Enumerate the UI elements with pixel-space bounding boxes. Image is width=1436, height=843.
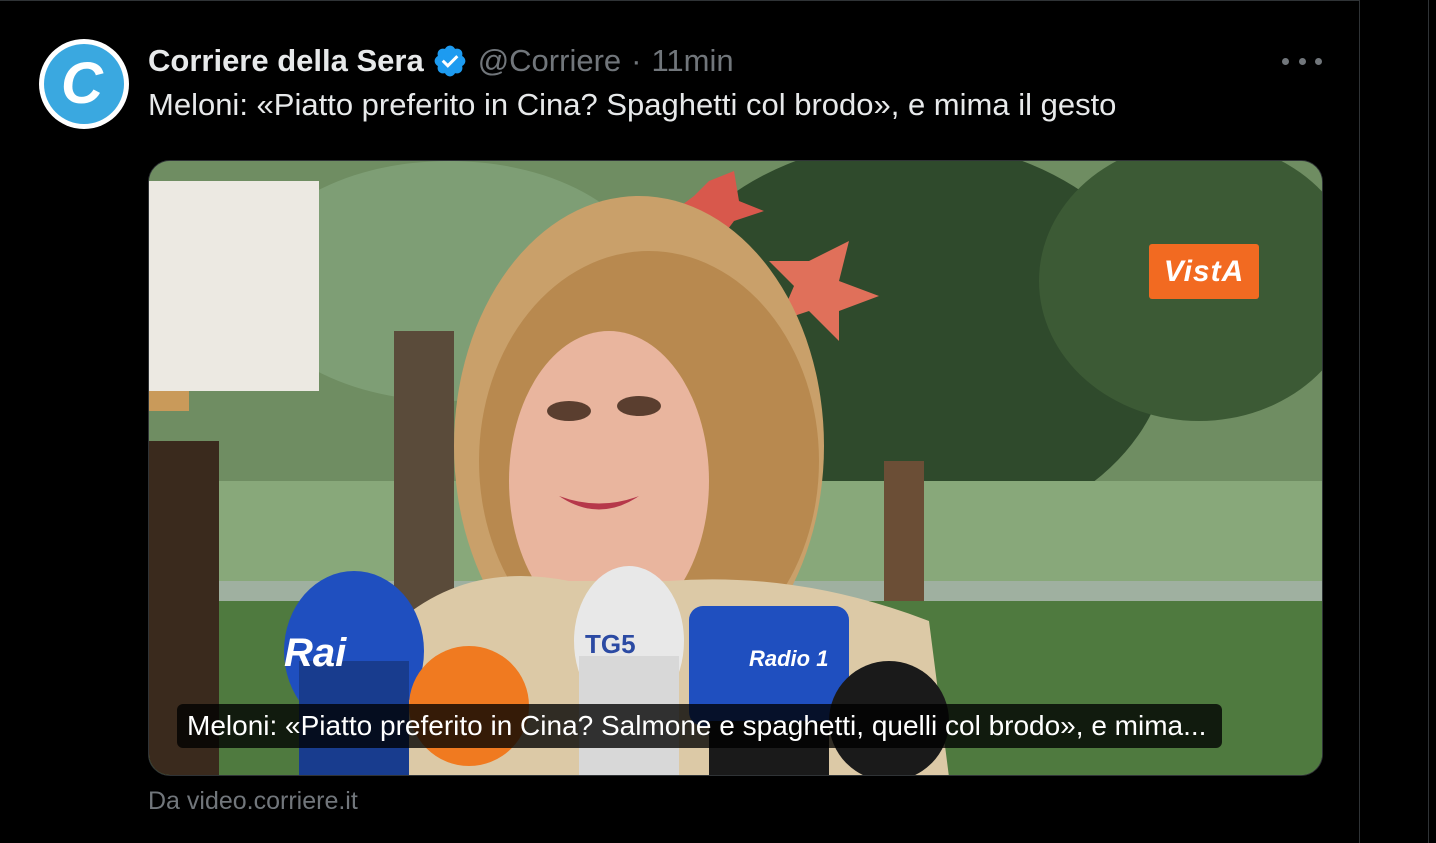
more-dot [1315, 57, 1322, 65]
verified-badge-icon [434, 45, 466, 77]
timestamp[interactable]: 11min [651, 43, 733, 79]
source-link[interactable]: Da video.corriere.it [148, 787, 358, 816]
video-thumbnail[interactable]: Rai TG5 Radio 1 VistA Meloni: «Piatto pr… [148, 160, 1323, 776]
account-handle[interactable]: @Corriere [478, 43, 621, 79]
account-name[interactable]: Corriere della Sera [148, 43, 424, 79]
mic-label-rai: Rai [284, 631, 347, 675]
separator-dot: · [631, 43, 642, 78]
video-frame-image: Rai TG5 Radio 1 [149, 161, 1322, 775]
more-dot [1298, 57, 1306, 65]
video-caption: Meloni: «Piatto preferito in Cina? Salmo… [177, 704, 1223, 748]
tweet-text: Meloni: «Piatto preferito in Cina? Spagh… [148, 87, 1117, 122]
mic-label-radio: Radio 1 [749, 646, 828, 671]
avatar[interactable]: C [39, 39, 129, 129]
avatar-letter: C [61, 51, 103, 116]
more-dot [1282, 57, 1289, 65]
tweet-header: Corriere della Sera @Corriere · 11min [148, 41, 734, 81]
mic-label-tg5: TG5 [585, 629, 636, 659]
column-divider [1428, 0, 1429, 843]
more-horizontal-icon[interactable] [1282, 47, 1322, 75]
corriere-logo-icon: C [44, 44, 124, 124]
watermark-text: VistA [1163, 254, 1245, 288]
vista-watermark-logo: VistA [1149, 244, 1259, 299]
tweet-card[interactable]: C Corriere della Sera @Corriere · 11min … [0, 0, 1360, 843]
